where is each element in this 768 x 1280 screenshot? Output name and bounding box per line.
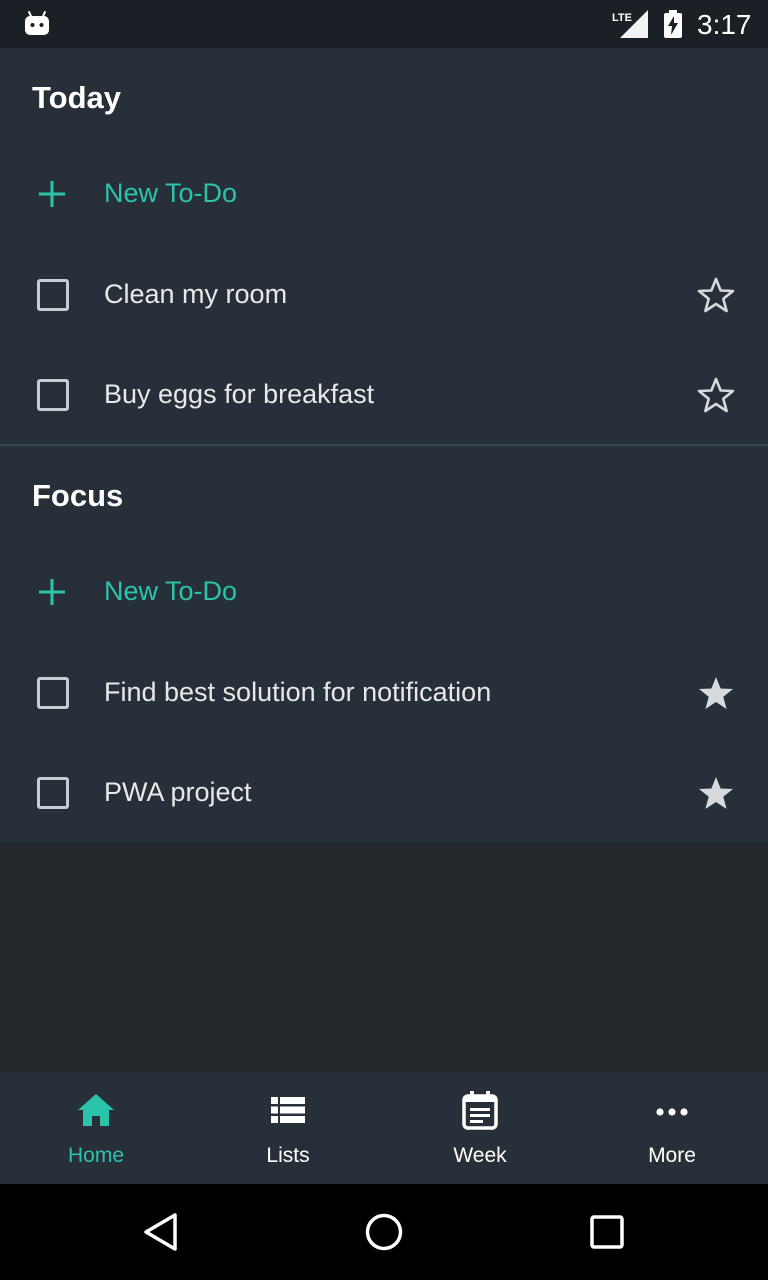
nav-week[interactable]: Week	[384, 1072, 576, 1184]
section-today: Today New To-Do Clean my room Buy eggs f…	[0, 48, 768, 444]
plus-icon	[39, 579, 65, 605]
new-todo-row[interactable]: New To-Do	[0, 144, 768, 244]
section-title: Today	[32, 80, 121, 115]
nav-home[interactable]: Home	[0, 1072, 192, 1184]
nav-label: Lists	[266, 1144, 310, 1167]
system-navigation-bar	[0, 1184, 768, 1280]
nav-label: Week	[453, 1144, 507, 1167]
list-icon	[271, 1097, 305, 1123]
star-outline-icon[interactable]	[697, 377, 735, 413]
back-icon[interactable]	[141, 1212, 181, 1252]
recents-icon[interactable]	[589, 1214, 625, 1250]
task-label: Find best solution for notification	[104, 677, 492, 707]
new-todo-label: New To-Do	[104, 576, 238, 606]
task-label: PWA project	[104, 777, 252, 807]
star-outline-icon[interactable]	[697, 277, 735, 313]
bottom-navigation: Home Lists Week More	[0, 1072, 768, 1184]
task-label: Buy eggs for breakfast	[104, 379, 375, 409]
task-label: Clean my room	[104, 279, 288, 309]
new-todo-row[interactable]: New To-Do	[0, 542, 768, 642]
task-row[interactable]: Find best solution for notification	[0, 643, 768, 743]
home-icon	[78, 1094, 114, 1126]
task-checkbox[interactable]	[37, 379, 69, 411]
task-checkbox[interactable]	[37, 777, 69, 809]
lte-signal-icon: LTE	[612, 10, 648, 38]
nav-more[interactable]: More	[576, 1072, 768, 1184]
svg-text:LTE: LTE	[612, 12, 632, 24]
section-focus: Focus New To-Do Find best solution for n…	[0, 446, 768, 842]
nav-label: More	[648, 1144, 696, 1167]
task-checkbox[interactable]	[37, 279, 69, 311]
task-row[interactable]: Clean my room	[0, 245, 768, 345]
calendar-icon	[462, 1091, 498, 1130]
plus-icon	[39, 181, 65, 207]
section-title: Focus	[32, 478, 124, 513]
nav-label: Home	[67, 1144, 125, 1167]
star-filled-icon[interactable]	[697, 675, 735, 711]
task-row[interactable]: Buy eggs for breakfast	[0, 345, 768, 445]
home-circle-icon[interactable]	[364, 1212, 404, 1252]
star-filled-icon[interactable]	[697, 775, 735, 811]
task-row[interactable]: PWA project	[0, 743, 768, 843]
more-icon	[656, 1108, 688, 1116]
status-time: 3:17	[697, 9, 752, 40]
status-bar: LTE 3:17	[0, 0, 768, 48]
task-checkbox[interactable]	[37, 677, 69, 709]
nav-lists[interactable]: Lists	[192, 1072, 384, 1184]
new-todo-label: New To-Do	[104, 178, 238, 208]
android-icon	[25, 10, 49, 35]
battery-charging-icon	[664, 10, 682, 38]
